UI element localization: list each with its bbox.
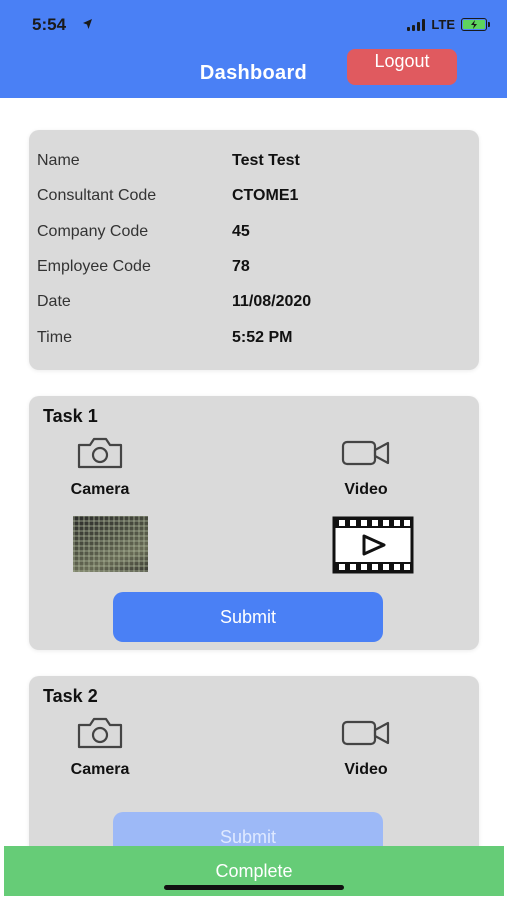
camera-button[interactable]: Camera (55, 716, 145, 786)
battery-icon (461, 18, 490, 31)
info-value: 11/08/2020 (232, 293, 312, 310)
info-label: Date (37, 293, 71, 310)
photo-thumbnail[interactable] (73, 516, 148, 572)
header-bar: 5:54 LTE Dashboard Logout (0, 0, 507, 98)
submit-button[interactable]: Submit (113, 592, 383, 642)
info-row-name: Name Test Test (37, 152, 467, 172)
camera-label: Camera (70, 761, 130, 778)
camera-label: Camera (70, 481, 130, 498)
info-value: 45 (232, 223, 250, 240)
camera-icon (76, 436, 124, 475)
info-label: Time (37, 329, 72, 346)
user-info-card: Name Test Test Consultant Code CTOME1 Co… (29, 130, 479, 370)
status-indicators: LTE (407, 17, 490, 32)
info-row-employee-code: Employee Code 78 (37, 258, 467, 278)
info-value: Test Test (232, 152, 300, 169)
info-row-consultant-code: Consultant Code CTOME1 (37, 187, 467, 207)
video-button[interactable]: Video (321, 436, 411, 506)
video-label: Video (344, 761, 388, 778)
info-label: Employee Code (37, 258, 151, 275)
video-label: Video (344, 481, 388, 498)
task-card-1: Task 1 Camera Video Submit (29, 396, 479, 650)
home-indicator[interactable] (164, 885, 344, 890)
info-value: CTOME1 (232, 187, 299, 204)
info-row-date: Date 11/08/2020 (37, 293, 467, 313)
status-time: 5:54 (32, 15, 67, 34)
info-label: Consultant Code (37, 187, 157, 204)
info-label: Company Code (37, 223, 149, 240)
logout-button[interactable]: Logout (347, 49, 457, 85)
camera-button[interactable]: Camera (55, 436, 145, 506)
video-camera-icon (340, 436, 392, 475)
video-button[interactable]: Video (321, 716, 411, 786)
info-label: Name (37, 152, 80, 169)
camera-icon (76, 716, 124, 755)
location-arrow-icon (82, 17, 93, 35)
video-file-icon[interactable] (332, 516, 414, 579)
info-row-time: Time 5:52 PM (37, 329, 467, 349)
network-label: LTE (431, 17, 455, 32)
info-value: 78 (232, 258, 250, 275)
task-title: Task 2 (43, 686, 98, 706)
task-title: Task 1 (43, 406, 98, 426)
signal-icon (407, 18, 426, 31)
info-value: 5:52 PM (232, 329, 293, 346)
video-camera-icon (340, 716, 392, 755)
info-row-company-code: Company Code 45 (37, 223, 467, 243)
